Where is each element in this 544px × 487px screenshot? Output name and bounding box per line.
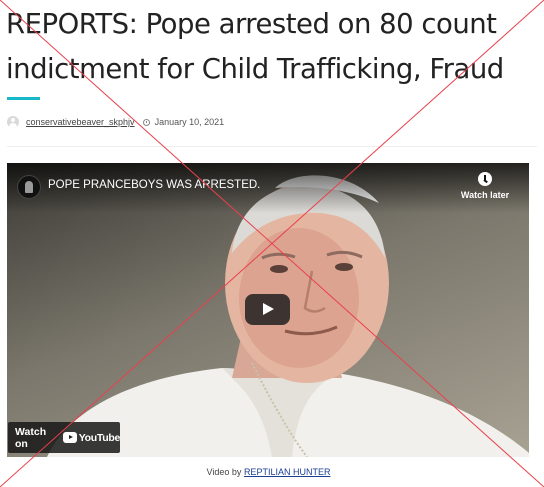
avatar-icon <box>7 116 19 128</box>
watch-on-label: Watch on <box>15 425 47 450</box>
watch-on-youtube-button[interactable]: Watch on YouTube <box>8 422 120 453</box>
article-headline: REPORTS: Pope arrested on 80 count indic… <box>6 8 504 85</box>
publish-date: January 10, 2021 <box>154 117 225 127</box>
play-icon[interactable] <box>245 294 290 325</box>
credit-channel-link[interactable]: REPTILIAN HUNTER <box>244 467 331 477</box>
video-player[interactable]: POPE PRANCEBOYS WAS ARRESTED. Watch late… <box>7 163 529 457</box>
youtube-wordmark: YouTube <box>78 431 121 444</box>
channel-icon[interactable] <box>17 175 41 199</box>
article-meta: conservativebeaver_skphjv January 10, 20… <box>7 115 224 129</box>
video-title[interactable]: POPE PRANCEBOYS WAS ARRESTED. <box>48 179 260 191</box>
author-link[interactable]: conservativebeaver_skphjv <box>26 117 135 127</box>
meta-divider <box>7 146 537 147</box>
credit-prefix: Video by <box>206 467 242 477</box>
watch-later-icon <box>478 172 492 186</box>
clock-icon <box>142 118 150 126</box>
video-credit: Video by REPTILIAN HUNTER <box>0 467 537 477</box>
youtube-icon <box>63 432 77 443</box>
watch-later-label: Watch later <box>460 190 510 200</box>
watch-later-button[interactable]: Watch later <box>455 172 515 200</box>
title-accent-rule <box>7 97 40 100</box>
